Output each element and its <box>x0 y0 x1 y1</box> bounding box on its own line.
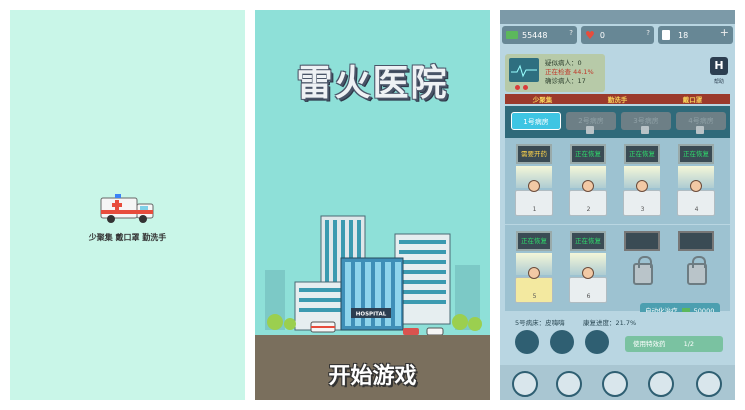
use-medicine-label: 使用特效药 <box>633 340 666 348</box>
bed-number: 3 <box>640 206 645 213</box>
tab-label: 4号病房 <box>688 117 714 125</box>
bed-slot[interactable]: 正在恢复 2 <box>565 142 612 220</box>
bed-status-display <box>624 231 660 251</box>
slogan-item: 少聚集 <box>532 96 553 104</box>
money-counter: 55448 ? <box>502 26 577 44</box>
medicine-bottle-tool-button[interactable] <box>550 330 574 354</box>
patient-icon <box>528 267 540 279</box>
ward-tabs: 1号病房 2号病房 3号病房 4号病房 <box>505 106 730 138</box>
checking-label: 正在检查 <box>545 68 571 76</box>
bed-number: 6 <box>586 293 591 300</box>
bed-status-display: 正在恢复 <box>516 231 552 251</box>
heart-icon: ♥ <box>585 28 595 42</box>
bed-slot[interactable]: 正在恢复 3 <box>619 142 666 220</box>
bed-status-display: 正在恢复 <box>570 231 606 251</box>
lock-icon <box>696 126 704 134</box>
bottom-navigation <box>500 365 735 400</box>
help-button[interactable]: H <box>710 57 728 75</box>
patient-stats: 疑似病人：0 正在检查 44.1% 确诊病人：17 <box>545 59 594 86</box>
nav-notes-button[interactable] <box>696 371 722 397</box>
game-screen: 55448 ? ♥ 0 ? 18 + 疑似病人：0 正在检查 44.1% 确诊病… <box>500 10 735 400</box>
bed-value: 18 <box>678 30 689 40</box>
money-value: 55448 <box>522 30 548 40</box>
nav-shop-button[interactable] <box>556 371 582 397</box>
safety-slogan: 少聚集 戴口罩 勤洗手 <box>88 233 167 242</box>
ward-row-1: 需要开药 1 正在恢复 2 正在恢复 3 正在恢复 4 <box>505 138 730 224</box>
syringe-tool-button[interactable] <box>515 330 539 354</box>
checking-value: 44.1% <box>573 68 594 76</box>
splash-screen: 少聚集 戴口罩 勤洗手 <box>10 10 245 400</box>
patient-icon <box>582 267 594 279</box>
nav-research-button[interactable] <box>602 371 628 397</box>
tab-ward-2[interactable]: 2号病房 <box>566 112 616 134</box>
locked-bed-slot[interactable] <box>619 229 666 307</box>
add-bed-button[interactable]: + <box>720 26 729 39</box>
bed-number: 1 <box>532 206 537 213</box>
bed-slot[interactable]: 正在恢复 4 <box>673 142 720 220</box>
use-medicine-button[interactable]: 使用特效药 1/2 <box>625 336 723 352</box>
confirmed-value: 17 <box>577 77 586 85</box>
game-title: 雷火医院 <box>296 63 449 104</box>
lock-icon <box>687 256 707 285</box>
locked-bed-slot[interactable] <box>673 229 720 307</box>
confirmed-label: 确诊病人： <box>545 77 578 85</box>
heart-counter: ♥ 0 ? <box>581 26 654 44</box>
bed-slot[interactable]: 正在恢复 5 <box>511 229 558 307</box>
bed-status-display: 正在恢复 <box>678 144 714 164</box>
tab-ward-1[interactable]: 1号病房 <box>511 112 561 130</box>
lock-icon <box>586 126 594 134</box>
patient-icon <box>690 180 702 192</box>
patient-icon <box>528 180 540 192</box>
help-label: 帮助 <box>713 79 724 85</box>
bed-status-display: 正在恢复 <box>624 144 660 164</box>
slogan-bar: 少聚集 勤洗手 戴口罩 <box>505 94 730 104</box>
tab-label: 2号病房 <box>578 117 604 125</box>
heartbeat-screen-icon <box>509 58 539 82</box>
ward-row-2: 正在恢复 5 正在恢复 6 <box>505 225 730 311</box>
slogan-item: 戴口罩 <box>682 96 703 104</box>
screenshot-collage: 少聚集 戴口罩 勤洗手 雷火医院 HOSPITAL 开始游戏 55448 ? ♥… <box>0 0 745 410</box>
top-status-bar <box>500 10 735 24</box>
suspected-value: 0 <box>577 59 582 67</box>
tab-ward-3[interactable]: 3号病房 <box>621 112 671 134</box>
nav-tasks-button[interactable] <box>648 371 674 397</box>
tab-ward-4[interactable]: 4号病房 <box>676 112 726 134</box>
bed-number: 5 <box>532 293 537 300</box>
spray-tool-button[interactable] <box>585 330 609 354</box>
selected-bed-label: 5号病床：皮嗨嗨 <box>515 319 565 327</box>
start-game-button[interactable]: 开始游戏 <box>255 358 490 390</box>
slogan-item: 勤洗手 <box>607 96 628 104</box>
lock-icon <box>641 126 649 134</box>
money-icon <box>506 31 518 39</box>
bed-status-display <box>678 231 714 251</box>
medicine-count: 1/2 <box>683 340 695 348</box>
recovery-progress: 康复进度：21.7% <box>583 319 637 327</box>
title-screen: 雷火医院 HOSPITAL 开始游戏 <box>255 10 490 400</box>
lock-icon <box>633 256 653 285</box>
patient-icon <box>636 180 648 192</box>
ambulance-icon <box>100 194 154 223</box>
bed-number: 4 <box>694 206 699 213</box>
heart-help-button[interactable]: ? <box>646 29 650 37</box>
bed-number: 2 <box>586 206 591 213</box>
money-help-button[interactable]: ? <box>569 29 573 37</box>
bed-counter: 18 + <box>658 26 733 44</box>
patient-icon <box>582 180 594 192</box>
bed-icon <box>662 30 670 40</box>
heart-value: 0 <box>599 30 605 40</box>
tab-label: 3号病房 <box>633 117 659 125</box>
bed-slot[interactable]: 需要开药 1 <box>511 142 558 220</box>
bed-status-display: 正在恢复 <box>570 144 606 164</box>
alert-dot <box>515 85 520 90</box>
bed-info-bar: 5号病床：皮嗨嗨 康复进度：21.7% <box>505 312 730 332</box>
bed-status-display: 需要开药 <box>516 144 552 164</box>
suspected-label: 疑似病人： <box>545 59 578 67</box>
bed-slot[interactable]: 正在恢复 6 <box>565 229 612 307</box>
nav-vehicle-button[interactable] <box>512 371 538 397</box>
hospital-skyline-illustration: HOSPITAL <box>265 215 482 336</box>
hospital-sign: HOSPITAL <box>356 312 387 318</box>
alert-dot <box>523 85 528 90</box>
